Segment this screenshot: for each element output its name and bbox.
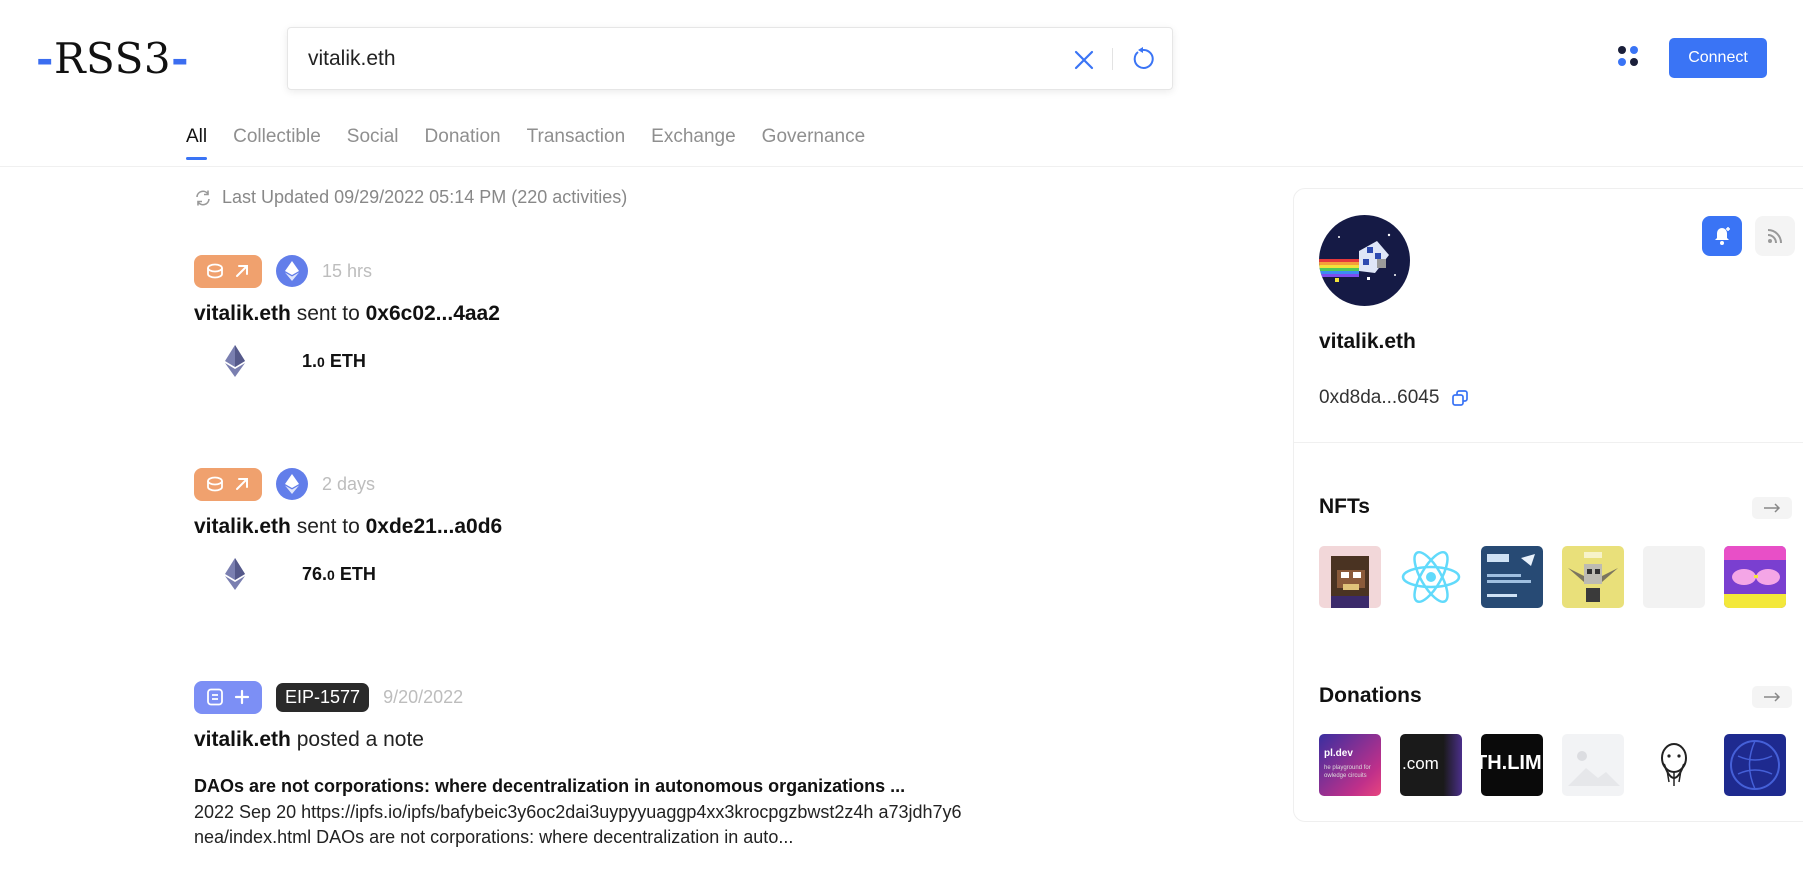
last-updated-status: Last Updated 09/29/2022 05:14 PM (220 ac… [194,187,627,208]
activity-time: 15 hrs [322,260,373,281]
eth-token-icon [194,344,276,378]
apps-grid-icon[interactable] [1618,46,1642,70]
rss-icon [1767,229,1782,244]
sync-icon[interactable] [194,189,212,207]
clear-icon[interactable] [1071,47,1097,73]
rss-feed-button[interactable] [1755,216,1795,256]
last-updated-text: Last Updated 09/29/2022 05:14 PM (220 ac… [222,187,628,207]
transfer-amount: 1.0 ETH [194,344,500,378]
donation-thumbnail-socrates[interactable] [1643,734,1705,796]
ethereum-chain-icon [276,468,308,500]
nft-thumbnail-bot[interactable] [1562,546,1624,608]
nfts-more-button[interactable] [1752,497,1792,519]
tab-transaction[interactable]: Transaction [527,126,626,160]
transfer-badge [194,254,262,288]
donations-title: Donations [1319,684,1422,707]
activity-headline: vitalik.eth sent to 0x6c02...4aa2 [194,302,500,325]
eth-token-icon [194,557,276,591]
tab-collectible[interactable]: Collectible [233,126,321,160]
subscribe-bell-button[interactable] [1702,216,1742,256]
donation-thumbnail-ethlim[interactable]: TH.LIM [1481,734,1543,796]
donation-thumbnail-globe[interactable] [1724,734,1786,796]
note-body: 2022 Sep 20 https://ipfs.io/ipfs/bafybei… [194,802,962,847]
nft-gallery [1319,546,1786,608]
actor-link[interactable]: vitalik.eth [194,302,291,325]
token-icon [207,263,223,279]
tab-social[interactable]: Social [347,126,399,160]
copy-icon[interactable] [1451,389,1469,407]
avatar[interactable] [1319,215,1410,306]
tab-all[interactable]: All [186,126,208,160]
tab-donation[interactable]: Donation [425,126,501,160]
address-text: 0xd8da...6045 [1319,387,1440,408]
profile-divider [1294,442,1803,443]
token-icon [207,476,223,492]
actor-link[interactable]: vitalik.eth [194,728,291,751]
search-input[interactable] [308,42,1068,76]
arrow-out-icon [236,265,248,277]
plus-icon [234,689,250,705]
note-icon [207,688,223,706]
donation-gallery: pl.dev he playground for owledge circuit… [1319,734,1786,796]
donation-thumbnail-placeholder[interactable] [1562,734,1624,796]
search-separator [1112,48,1113,70]
arrow-out-icon [236,478,248,490]
refresh-icon[interactable] [1130,46,1156,72]
connect-button[interactable]: Connect [1669,38,1767,78]
profile-card: vitalik.eth 0xd8da...6045 NFTs Donations… [1293,188,1803,822]
arrow-right-icon [1764,503,1781,513]
donation-thumbnail-pl[interactable]: pl.dev he playground for owledge circuit… [1319,734,1381,796]
nft-thumbnail-glasses[interactable] [1724,546,1786,608]
bell-icon [1715,227,1730,245]
activity-headline: vitalik.eth posted a note [194,728,424,751]
target-address-link[interactable]: 0xde21...a0d6 [366,515,503,538]
target-address-link[interactable]: 0x6c02...4aa2 [366,302,500,325]
donations-more-button[interactable] [1752,686,1792,708]
activity-time: 2 days [322,473,376,494]
search-bar [287,27,1173,90]
transfer-amount: 76.0 ETH [194,557,502,591]
profile-name: vitalik.eth [1319,330,1416,353]
actor-link[interactable]: vitalik.eth [194,515,291,538]
nfts-title: NFTs [1319,495,1370,518]
transfer-badge [194,467,262,501]
nft-thumbnail-react[interactable] [1400,546,1462,608]
activity-tabs: All Collectible Social Donation Transact… [186,126,865,160]
profile-address: 0xd8da...6045 [1319,387,1469,409]
feed-item: EIP-1577 9/20/2022 vitalik.eth posted a … [194,680,974,850]
rss3-logo[interactable]: -RSS3- [36,34,189,83]
ethereum-chain-icon [276,255,308,287]
note-title[interactable]: DAOs are not corporations: where decentr… [194,776,974,797]
tab-exchange[interactable]: Exchange [651,126,736,160]
nft-thumbnail-ape[interactable] [1319,546,1381,608]
activity-time: 9/20/2022 [383,686,464,707]
feed-item: 2 days vitalik.eth sent to 0xde21...a0d6… [194,467,502,591]
arrow-right-icon [1764,692,1781,702]
activity-headline: vitalik.eth sent to 0xde21...a0d6 [194,515,503,538]
donation-thumbnail-dotcom[interactable]: .com [1400,734,1462,796]
tabs-divider [0,166,1803,167]
tab-governance[interactable]: Governance [762,126,866,160]
feed-item: 15 hrs vitalik.eth sent to 0x6c02...4aa2… [194,254,500,378]
platform-tag: EIP-1577 [276,682,370,712]
post-badge [194,680,262,714]
nft-thumbnail-blank[interactable] [1643,546,1705,608]
nft-thumbnail-game[interactable] [1481,546,1543,608]
